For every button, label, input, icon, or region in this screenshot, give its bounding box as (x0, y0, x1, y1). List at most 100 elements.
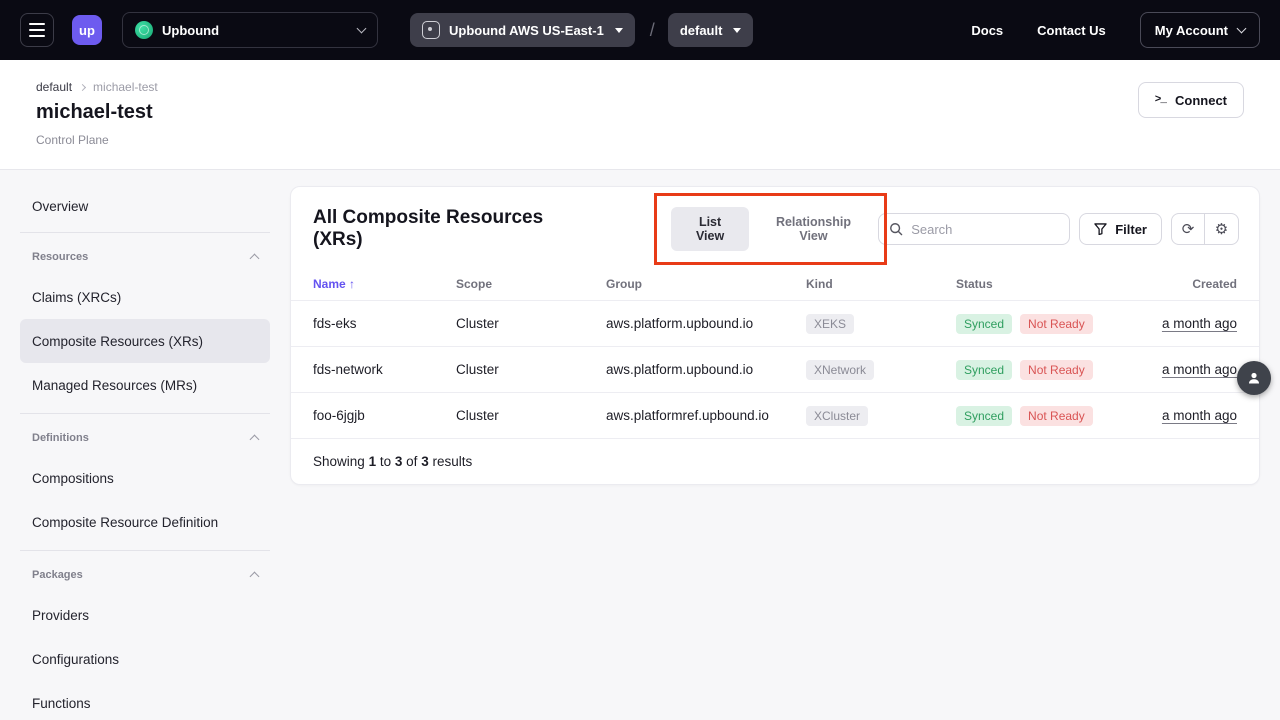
search-box[interactable] (878, 213, 1070, 245)
table-row[interactable]: fds-network Cluster aws.platform.upbound… (291, 347, 1259, 393)
cell-kind: XEKS (806, 314, 956, 334)
sidebar-item-functions[interactable]: Functions (20, 681, 270, 720)
refresh-icon: ⟳ (1182, 220, 1195, 238)
filter-icon (1094, 223, 1107, 235)
divider (20, 413, 270, 414)
sidebar-item-claims[interactable]: Claims (XRCs) (20, 275, 270, 319)
contact-us-link[interactable]: Contact Us (1037, 23, 1106, 38)
kind-badge: XNetwork (806, 360, 874, 380)
sidebar-section-definitions[interactable]: Definitions (20, 420, 270, 456)
cell-name: fds-network (313, 362, 456, 377)
organization-switcher[interactable]: Upbound (122, 12, 378, 48)
list-view-button[interactable]: List View (671, 207, 748, 251)
sidebar-item-compositions[interactable]: Compositions (20, 456, 270, 500)
divider (20, 232, 270, 233)
content-area: Overview Resources Claims (XRCs) Composi… (0, 170, 1280, 720)
cell-created[interactable]: a month ago (1161, 362, 1237, 377)
cell-kind: XNetwork (806, 360, 956, 380)
upbound-logo[interactable]: up (72, 15, 102, 45)
sidebar-item-configurations[interactable]: Configurations (20, 637, 270, 681)
path-separator: / (650, 20, 655, 41)
cell-created[interactable]: a month ago (1161, 408, 1237, 423)
kind-badge: XCluster (806, 406, 868, 426)
organization-name: Upbound (162, 23, 219, 38)
card-header: All Composite Resources (XRs) List View … (291, 187, 1259, 267)
sidebar-section-resources[interactable]: Resources (20, 239, 270, 275)
cell-group: aws.platform.upbound.io (606, 316, 806, 331)
cell-scope: Cluster (456, 408, 606, 423)
synced-badge: Synced (956, 406, 1012, 426)
page-header: default michael-test michael-test Contro… (0, 60, 1280, 170)
refresh-button[interactable]: ⟳ (1171, 213, 1205, 245)
column-header-group: Group (606, 277, 806, 291)
column-header-status: Status (956, 277, 1161, 291)
sort-asc-icon: ↑ (349, 277, 355, 291)
top-navigation-bar: up Upbound Upbound AWS US-East-1 / defau… (0, 0, 1280, 60)
group-name: default (680, 23, 723, 38)
breadcrumb: default michael-test (36, 80, 1244, 94)
chevron-down-icon (1237, 24, 1247, 34)
terminal-icon: >_ (1155, 94, 1166, 106)
sidebar-item-managed-resources[interactable]: Managed Resources (MRs) (20, 363, 270, 407)
view-toggle: List View Relationship View (671, 207, 878, 251)
breadcrumb-root[interactable]: default (36, 80, 72, 94)
my-account-button[interactable]: My Account (1140, 12, 1260, 48)
sidebar-item-composite-resources[interactable]: Composite Resources (XRs) (20, 319, 270, 363)
column-header-scope: Scope (456, 277, 606, 291)
topbar-right: Docs Contact Us My Account (971, 12, 1260, 48)
column-header-kind: Kind (806, 277, 956, 291)
chevron-up-icon (250, 572, 260, 582)
search-icon (889, 222, 903, 236)
sidebar: Overview Resources Claims (XRCs) Composi… (20, 186, 270, 720)
column-header-name[interactable]: Name ↑ (313, 277, 456, 291)
cell-name: foo-6jgjb (313, 408, 456, 423)
synced-badge: Synced (956, 314, 1012, 334)
search-input[interactable] (911, 222, 1059, 237)
docs-link[interactable]: Docs (971, 23, 1003, 38)
assistant-icon (1246, 370, 1262, 386)
connect-button[interactable]: >_ Connect (1138, 82, 1244, 118)
kind-badge: XEKS (806, 314, 854, 334)
cell-created[interactable]: a month ago (1161, 316, 1237, 331)
floating-widget-button[interactable] (1237, 361, 1271, 395)
cell-status: Synced Not Ready (956, 406, 1161, 426)
sidebar-item-xrd[interactable]: Composite Resource Definition (20, 500, 270, 544)
chevron-right-icon (79, 83, 86, 90)
sidebar-section-packages[interactable]: Packages (20, 557, 270, 593)
control-plane-switcher[interactable]: Upbound AWS US-East-1 (410, 13, 635, 47)
filter-button[interactable]: Filter (1079, 213, 1162, 245)
gear-icon: ⚙ (1215, 220, 1228, 238)
divider (20, 550, 270, 551)
table-settings-button[interactable]: ⚙ (1205, 213, 1239, 245)
cell-scope: Cluster (456, 316, 606, 331)
caret-down-icon (615, 28, 623, 33)
relationship-view-button[interactable]: Relationship View (749, 207, 878, 251)
cell-status: Synced Not Ready (956, 360, 1161, 380)
card-title: All Composite Resources (XRs) (313, 207, 595, 251)
table-row[interactable]: fds-eks Cluster aws.platform.upbound.io … (291, 301, 1259, 347)
cell-group: aws.platform.upbound.io (606, 362, 806, 377)
page-subtitle: Control Plane (36, 133, 1244, 147)
not-ready-badge: Not Ready (1020, 360, 1093, 380)
table-header-row: Name ↑ Scope Group Kind Status Created (291, 267, 1259, 301)
hamburger-icon (29, 23, 45, 25)
page-title: michael-test (36, 101, 1244, 124)
sidebar-item-overview[interactable]: Overview (20, 186, 270, 226)
composite-resources-card: All Composite Resources (XRs) List View … (290, 186, 1260, 485)
synced-badge: Synced (956, 360, 1012, 380)
not-ready-badge: Not Ready (1020, 406, 1093, 426)
group-switcher[interactable]: default (668, 13, 754, 47)
chevron-down-icon (357, 24, 367, 34)
cell-status: Synced Not Ready (956, 314, 1161, 334)
sidebar-item-providers[interactable]: Providers (20, 593, 270, 637)
globe-icon (135, 21, 153, 39)
not-ready-badge: Not Ready (1020, 314, 1093, 334)
cell-name: fds-eks (313, 316, 456, 331)
results-summary: Showing 1 to 3 of 3 results (291, 439, 1259, 484)
chevron-up-icon (250, 435, 260, 445)
table-row[interactable]: foo-6jgjb Cluster aws.platformref.upboun… (291, 393, 1259, 439)
breadcrumb-current: michael-test (93, 80, 158, 94)
control-plane-name: Upbound AWS US-East-1 (449, 23, 604, 38)
hamburger-menu-button[interactable] (20, 13, 54, 47)
caret-down-icon (733, 28, 741, 33)
